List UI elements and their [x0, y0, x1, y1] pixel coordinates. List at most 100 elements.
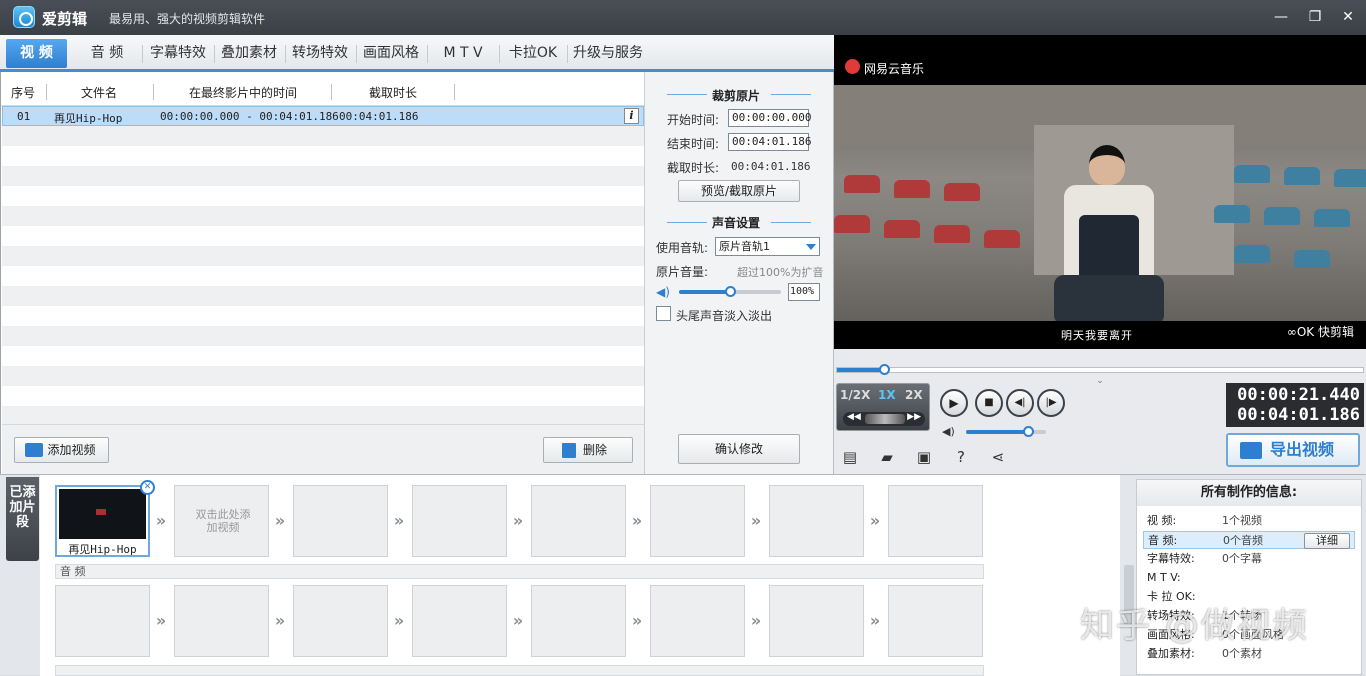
empty-clip-slot[interactable] — [888, 485, 983, 557]
playback-progress-handle[interactable] — [879, 364, 890, 375]
empty-clip-slot[interactable] — [650, 485, 745, 557]
section-line — [667, 94, 707, 95]
audio-slot[interactable] — [174, 585, 269, 657]
tab-mtv[interactable]: M T V — [432, 39, 494, 68]
video-rows: 01 再见Hip-Hop 00:00:00.000 - 00:04:01.186… — [2, 106, 644, 426]
help-icon[interactable]: ? — [951, 448, 971, 466]
empty-row — [2, 146, 644, 166]
empty-clip-hint: 双击此处添加视频 — [195, 508, 251, 534]
audio-slot[interactable] — [888, 585, 983, 657]
video-header: 网易云音乐 — [834, 49, 1366, 89]
app-slogan: 最易用、强大的视频剪辑软件 — [109, 12, 266, 26]
tab-audio[interactable]: 音 频 — [78, 39, 136, 68]
audio-slot[interactable] — [412, 585, 507, 657]
end-time-field[interactable]: 00:04:01.186 — [728, 133, 811, 151]
share-icon[interactable]: ⋖ — [988, 448, 1008, 466]
detail-button[interactable]: 详细 — [1304, 533, 1350, 549]
save-icon[interactable]: ▣ — [914, 448, 934, 466]
start-time-field[interactable]: 00:00:00.000 — [728, 109, 811, 127]
speaker-icon[interactable]: ◀) — [656, 285, 673, 299]
player-volume-icon[interactable]: ◀) — [942, 425, 960, 439]
empty-clip-slot[interactable] — [531, 485, 626, 557]
new-project-icon[interactable]: ▤ — [840, 448, 860, 466]
audio-slot[interactable] — [769, 585, 864, 657]
player-volume-handle[interactable] — [1023, 426, 1034, 437]
tab-karaoke[interactable]: 卡拉OK — [503, 39, 563, 68]
volume-value-field[interactable]: 100% — [788, 283, 820, 301]
fade-checkbox[interactable] — [656, 306, 671, 321]
previous-frame-icon[interactable]: ◀| — [1006, 389, 1034, 417]
tab-overlay[interactable]: 叠加素材 — [218, 39, 280, 68]
transition-arrow-icon[interactable]: » — [153, 513, 169, 529]
volume-slider-handle[interactable] — [725, 286, 736, 297]
info-icon[interactable]: i — [624, 108, 639, 124]
column-header-timeline[interactable]: 在最终影片中的时间 — [189, 84, 297, 101]
transition-arrow-icon[interactable]: » — [272, 513, 288, 529]
audio-slot[interactable] — [293, 585, 388, 657]
chevron-down-icon[interactable]: ⌄ — [1092, 376, 1108, 386]
transition-arrow-icon[interactable]: » — [748, 613, 764, 629]
audio-slot[interactable] — [650, 585, 745, 657]
tab-subtitle-effects[interactable]: 字幕特效 — [147, 39, 209, 68]
speed-half[interactable]: 1/2X — [840, 388, 870, 402]
tab-upgrade[interactable]: 升级与服务 — [571, 39, 645, 68]
volume-slider[interactable] — [679, 286, 781, 297]
main-tab-bar: 视 频 音 频 字幕特效 叠加素材 转场特效 画面风格 M T V 卡拉OK 升… — [0, 35, 834, 72]
preview-crop-button[interactable]: 预览/截取原片 — [678, 180, 800, 202]
maximize-icon[interactable]: ❐ — [1306, 8, 1324, 26]
transition-arrow-icon[interactable]: » — [272, 613, 288, 629]
stop-icon[interactable]: ■ — [975, 389, 1003, 417]
confirm-button[interactable]: 确认修改 — [678, 434, 800, 464]
audio-track-value: 原片音轨1 — [719, 240, 770, 253]
empty-clip-slot[interactable] — [412, 485, 507, 557]
jog-handle[interactable] — [865, 414, 905, 424]
table-header: 序号 文件名 在最终影片中的时间 截取时长 — [1, 76, 644, 106]
column-header-duration[interactable]: 截取时长 — [369, 84, 417, 101]
added-clips-tab[interactable]: 已添加片段 — [6, 477, 39, 561]
audio-slot[interactable] — [55, 585, 150, 657]
transition-arrow-icon[interactable]: » — [510, 513, 526, 529]
speed-selector: 1/2X 1X 2X ◀◀ ▶▶ — [836, 383, 930, 431]
transition-arrow-icon[interactable]: » — [391, 513, 407, 529]
tab-video[interactable]: 视 频 — [6, 39, 67, 68]
column-header-filename[interactable]: 文件名 — [81, 84, 117, 101]
open-folder-icon[interactable]: ▰ — [877, 448, 897, 466]
transition-arrow-icon[interactable]: » — [391, 613, 407, 629]
transition-arrow-icon[interactable]: » — [748, 513, 764, 529]
close-icon[interactable]: ✕ — [1339, 8, 1357, 26]
transition-arrow-icon[interactable]: » — [867, 513, 883, 529]
export-video-button[interactable]: 导出视频 — [1226, 433, 1360, 467]
player-volume-slider[interactable] — [966, 426, 1046, 437]
speed-double[interactable]: 2X — [905, 388, 923, 402]
speed-normal[interactable]: 1X — [878, 388, 896, 402]
tab-style[interactable]: 画面风格 — [360, 39, 422, 68]
next-frame-icon[interactable]: |▶ — [1037, 389, 1065, 417]
empty-clip-slot[interactable] — [769, 485, 864, 557]
table-row[interactable]: 01 再见Hip-Hop 00:00:00.000 - 00:04:01.186… — [2, 106, 644, 126]
empty-clip-slot[interactable]: 双击此处添加视频 — [174, 485, 269, 557]
transition-arrow-icon[interactable]: » — [510, 613, 526, 629]
timeline-scrollbar[interactable] — [55, 665, 984, 676]
red-seat — [944, 183, 980, 201]
column-header-index[interactable]: 序号 — [11, 84, 35, 101]
audio-track-select[interactable]: 原片音轨1 — [715, 237, 820, 256]
video-preview[interactable]: 明天我要离开 ∞OK 快剪辑 — [834, 85, 1366, 349]
play-icon[interactable]: ▶ — [940, 389, 968, 417]
add-video-button[interactable]: 添加视频 — [14, 437, 109, 463]
transition-arrow-icon[interactable]: » — [867, 613, 883, 629]
playback-progress-bar[interactable] — [836, 364, 1364, 375]
minimize-icon[interactable]: — — [1272, 8, 1290, 26]
transition-arrow-icon[interactable]: » — [629, 613, 645, 629]
remove-clip-icon[interactable]: ✕ — [140, 480, 155, 495]
rewind-icon[interactable]: ◀◀ — [847, 412, 861, 422]
tab-transition[interactable]: 转场特效 — [289, 39, 351, 68]
jog-wheel[interactable]: ◀◀ ▶▶ — [843, 412, 925, 426]
delete-button[interactable]: 删除 — [543, 437, 633, 463]
clip-thumbnail[interactable]: 再见Hip-Hop ✕ — [55, 480, 155, 557]
playback-progress-fill — [837, 368, 884, 372]
fast-forward-icon[interactable]: ▶▶ — [907, 412, 921, 422]
transition-arrow-icon[interactable]: » — [153, 613, 169, 629]
transition-arrow-icon[interactable]: » — [629, 513, 645, 529]
empty-clip-slot[interactable] — [293, 485, 388, 557]
audio-slot[interactable] — [531, 585, 626, 657]
